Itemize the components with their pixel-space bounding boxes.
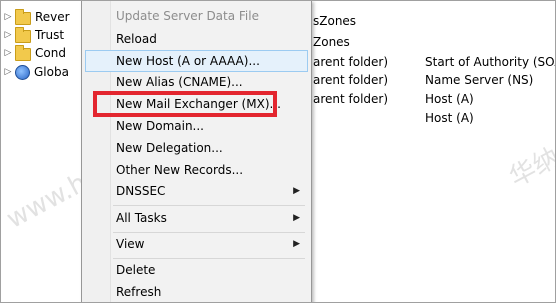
menu-item-label: New Domain... xyxy=(116,119,204,133)
menu-item-label: Refresh xyxy=(116,285,162,299)
menu-item-update-server-data-file[interactable]: Update Server Data File xyxy=(85,5,308,27)
annotation-highlight-box xyxy=(93,91,277,117)
tree-item-label: Trust xyxy=(35,28,65,42)
tree-item-reverse[interactable]: ▷ Rever xyxy=(1,7,70,27)
record-type: Name Server (NS) xyxy=(425,73,534,87)
menu-item-new-alias[interactable]: New Alias (CNAME)... xyxy=(85,71,308,93)
menu-item-label: Delete xyxy=(116,263,156,277)
record-name: arent folder) xyxy=(313,55,389,69)
record-type: Host (A) xyxy=(425,111,474,125)
menu-item-new-domain[interactable]: New Domain... xyxy=(85,115,308,137)
menu-item-label: New Alias (CNAME)... xyxy=(116,75,243,89)
tree-item-trust[interactable]: ▷ Trust xyxy=(1,25,64,45)
expand-arrow-icon[interactable]: ▷ xyxy=(1,48,15,58)
menu-item-all-tasks[interactable]: All Tasks ▶ xyxy=(85,207,308,229)
expand-arrow-icon[interactable]: ▷ xyxy=(1,67,15,77)
global-logs-icon xyxy=(15,64,30,80)
tree-item-label: Cond xyxy=(35,46,66,60)
record-type: Host (A) xyxy=(425,92,474,106)
menu-item-refresh[interactable]: Refresh xyxy=(85,281,308,302)
menu-item-label: All Tasks xyxy=(116,211,167,225)
menu-item-label: DNSSEC xyxy=(116,184,166,198)
context-menu: Update Server Data File Reload New Host … xyxy=(81,1,312,302)
menu-item-view[interactable]: View ▶ xyxy=(85,233,308,255)
expand-arrow-icon[interactable]: ▷ xyxy=(1,30,15,40)
menu-item-delete[interactable]: Delete xyxy=(85,259,308,281)
menu-item-new-host[interactable]: New Host (A or AAAA)... xyxy=(85,50,308,72)
expand-arrow-icon[interactable]: ▷ xyxy=(1,12,15,22)
menu-item-label: Other New Records... xyxy=(116,163,244,177)
menu-item-label: New Host (A or AAAA)... xyxy=(116,54,260,68)
results-pane: sZones Zones arent folder) Start of Auth… xyxy=(301,1,555,302)
record-name: arent folder) xyxy=(313,73,389,87)
menu-item-label: New Delegation... xyxy=(116,141,223,155)
tree-item-global-logs[interactable]: ▷ Globa xyxy=(1,62,69,82)
menu-item-label: Reload xyxy=(116,32,157,46)
console-tree: ▷ Rever ▷ Trust ▷ Cond ▷ Globa xyxy=(1,1,91,302)
menu-separator xyxy=(113,205,305,206)
menu-item-other-new-records[interactable]: Other New Records... xyxy=(85,159,308,181)
record-name: Zones xyxy=(313,35,350,49)
folder-icon xyxy=(15,8,31,25)
submenu-arrow-icon: ▶ xyxy=(293,239,300,249)
record-name: arent folder) xyxy=(313,92,389,106)
menu-item-dnssec[interactable]: DNSSEC ▶ xyxy=(85,180,308,202)
mmc-window: ▷ Rever ▷ Trust ▷ Cond ▷ Globa sZones Zo… xyxy=(0,0,556,303)
folder-icon xyxy=(15,26,31,43)
record-name: sZones xyxy=(313,14,357,28)
menu-item-new-delegation[interactable]: New Delegation... xyxy=(85,137,308,159)
menu-item-label: Update Server Data File xyxy=(116,9,259,23)
tree-item-label: Globa xyxy=(34,65,69,79)
menu-item-label: View xyxy=(116,237,145,251)
record-type: Start of Authority (SOA) xyxy=(425,55,556,69)
tree-item-label: Rever xyxy=(35,10,70,24)
tree-item-conditional[interactable]: ▷ Cond xyxy=(1,43,66,63)
folder-icon xyxy=(15,44,31,61)
menu-item-reload[interactable]: Reload xyxy=(85,28,308,50)
submenu-arrow-icon: ▶ xyxy=(293,186,300,196)
submenu-arrow-icon: ▶ xyxy=(293,213,300,223)
